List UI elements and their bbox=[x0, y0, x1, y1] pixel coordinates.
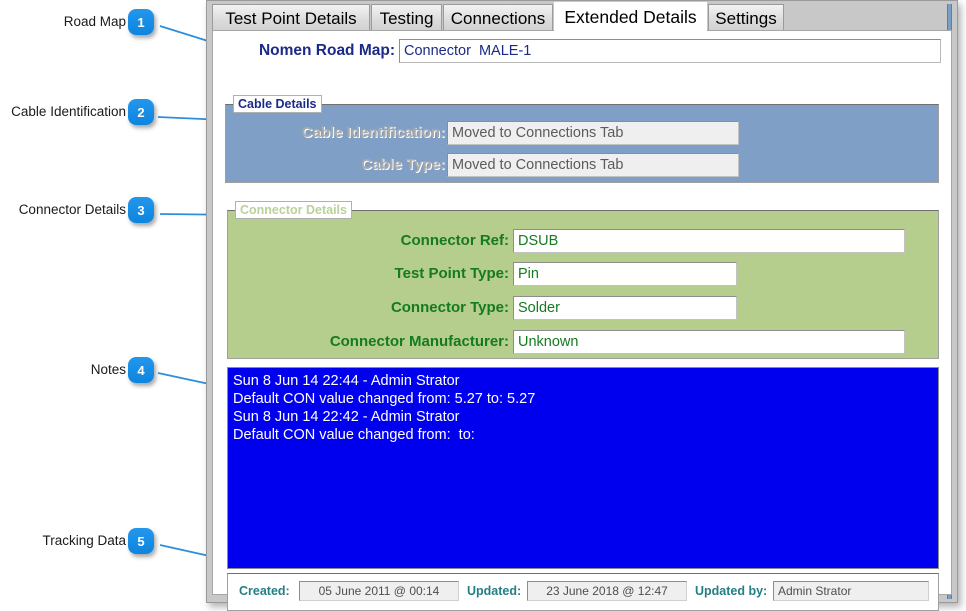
connector-type-label: Connector Type: bbox=[391, 299, 509, 316]
callout-badge-2: 2 bbox=[128, 99, 154, 125]
connector-ref-input[interactable]: DSUB bbox=[513, 229, 905, 253]
tab-test-point-details[interactable]: Test Point Details bbox=[212, 4, 370, 32]
connector-manufacturer-row: Connector Manufacturer: Unknown bbox=[227, 330, 939, 354]
connector-ref-row: Connector Ref: DSUB bbox=[227, 229, 939, 253]
tab-bar: Test Point Details Testing Connections E… bbox=[212, 2, 952, 32]
callout-badge-3: 3 bbox=[128, 197, 154, 223]
created-label: Created: bbox=[239, 584, 290, 598]
callout-badge-1: 1 bbox=[128, 9, 154, 35]
callout-label-4: Notes bbox=[91, 363, 126, 377]
connector-details-group: Connector Details Connector Ref: DSUB Te… bbox=[227, 201, 939, 359]
cable-type-row: Cable Type: Moved to Connections Tab bbox=[225, 153, 939, 177]
screenshot-root: Road Map 1 Cable Identification 2 Connec… bbox=[0, 0, 966, 611]
callout-label-1: Road Map bbox=[64, 15, 126, 29]
connector-ref-label: Connector Ref: bbox=[401, 232, 509, 249]
updated-value: 23 June 2018 @ 12:47 bbox=[527, 581, 687, 601]
tab-connections[interactable]: Connections bbox=[443, 4, 553, 32]
test-point-type-row: Test Point Type: Pin bbox=[227, 262, 939, 286]
extended-details-panel: Nomen Road Map: Connector MALE-1 Cable D… bbox=[212, 30, 952, 595]
updated-by-value: Admin Strator bbox=[773, 581, 929, 601]
cable-details-group-title: Cable Details bbox=[233, 95, 322, 113]
cable-identification-label: Cable Identification: bbox=[302, 124, 445, 141]
connector-manufacturer-label: Connector Manufacturer: bbox=[330, 333, 509, 350]
created-value: 05 June 2011 @ 00:14 bbox=[299, 581, 459, 601]
connector-manufacturer-dropdown[interactable]: Unknown bbox=[513, 330, 905, 354]
cable-identification-dropdown[interactable]: Moved to Connections Tab bbox=[447, 121, 739, 145]
road-map-label: Nomen Road Map: bbox=[259, 42, 395, 60]
callout-label-3: Connector Details bbox=[19, 203, 126, 217]
connector-type-dropdown[interactable]: Solder bbox=[513, 296, 737, 320]
test-point-type-label: Test Point Type: bbox=[395, 265, 509, 282]
tab-testing[interactable]: Testing bbox=[371, 4, 442, 32]
callout-badge-4: 4 bbox=[128, 357, 154, 383]
callout-label-2: Cable Identification bbox=[11, 105, 126, 119]
updated-by-label: Updated by: bbox=[695, 584, 767, 598]
callout-badge-5: 5 bbox=[128, 528, 154, 554]
cable-type-label: Cable Type: bbox=[361, 156, 445, 173]
road-map-row: Nomen Road Map: Connector MALE-1 bbox=[223, 39, 941, 65]
cable-identification-row: Cable Identification: Moved to Connectio… bbox=[225, 121, 939, 145]
updated-label: Updated: bbox=[467, 584, 521, 598]
notes-textarea[interactable]: Sun 8 Jun 14 22:44 - Admin Strator Defau… bbox=[227, 367, 939, 569]
road-map-input[interactable]: Connector MALE-1 bbox=[399, 39, 941, 63]
tab-settings[interactable]: Settings bbox=[708, 4, 784, 32]
callout-label-5: Tracking Data bbox=[42, 534, 126, 548]
test-point-type-dropdown[interactable]: Pin bbox=[513, 262, 737, 286]
tracking-data-group: Created: 05 June 2011 @ 00:14 Updated: 2… bbox=[227, 573, 939, 611]
tab-extended-details[interactable]: Extended Details bbox=[554, 2, 707, 33]
cable-type-dropdown[interactable]: Moved to Connections Tab bbox=[447, 153, 739, 177]
connector-details-group-title: Connector Details bbox=[235, 201, 352, 219]
cable-details-group: Cable Details Cable Identification: Move… bbox=[225, 95, 939, 183]
connector-type-row: Connector Type: Solder bbox=[227, 296, 939, 320]
